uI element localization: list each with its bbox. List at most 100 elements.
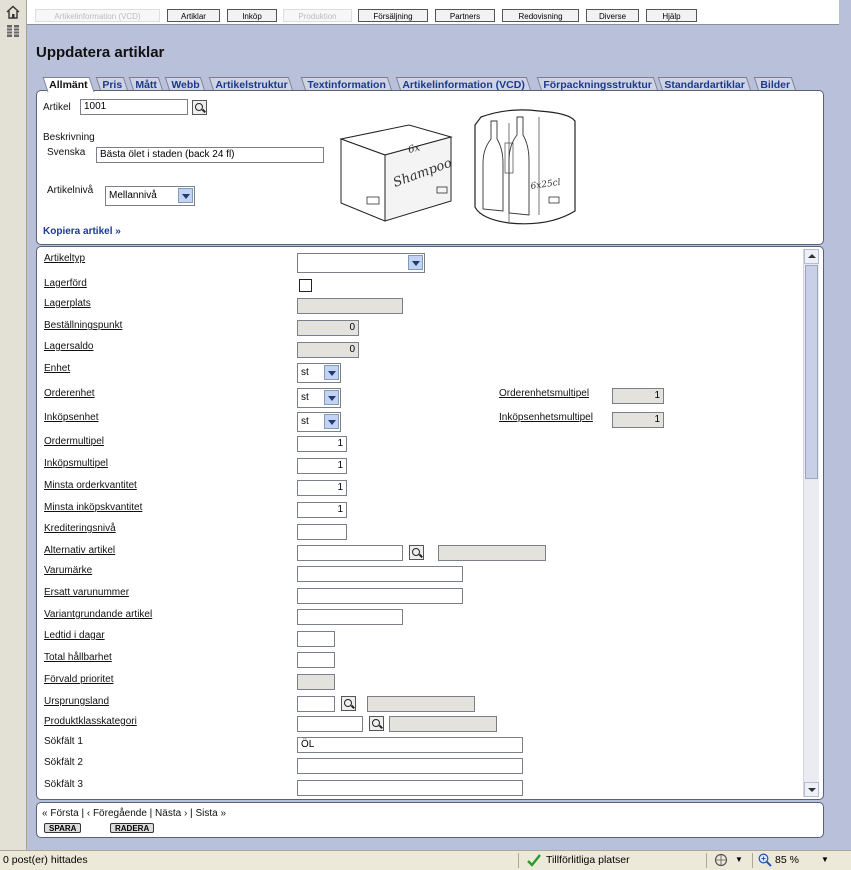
nav-inkop[interactable]: Inköp: [227, 9, 277, 22]
pager-first[interactable]: « Första: [42, 808, 79, 819]
field-label: Varumärke: [44, 565, 93, 576]
article-level-select[interactable]: Mellannivå: [105, 186, 195, 206]
field-label: Ledtid i dagar: [44, 630, 105, 641]
field-label: Orderenhetsmultipel: [499, 388, 590, 399]
tab-allmant[interactable]: Allmänt: [42, 77, 94, 92]
scrollbar-thumb[interactable]: [805, 265, 818, 479]
article-label: Artikel: [43, 102, 71, 113]
zoom-level[interactable]: 85 %: [775, 854, 799, 866]
chevron-down-icon[interactable]: [324, 365, 339, 380]
pager-previous[interactable]: ‹ Föregående: [87, 808, 147, 819]
field-label: Beställningspunkt: [44, 320, 123, 331]
tab-artikelinformation-vcd[interactable]: Artikelinformation (VCD): [395, 77, 531, 91]
tab-matt[interactable]: Mått: [128, 77, 163, 91]
unit-select[interactable]: st: [297, 363, 341, 383]
article-number-input[interactable]: 1001: [80, 99, 188, 115]
nav-produktion: Produktion: [283, 9, 352, 22]
min-purchase-qty-input[interactable]: 1: [297, 502, 347, 518]
default-priority-input[interactable]: [297, 674, 335, 690]
tab-standardartiklar[interactable]: Standardartiklar: [657, 77, 751, 91]
chevron-down-icon[interactable]: [408, 255, 423, 270]
field-label: Produktklasskategori: [44, 716, 137, 727]
scroll-down-icon[interactable]: [804, 782, 819, 797]
purchase-multiple-input[interactable]: 1: [297, 458, 347, 474]
search-field-3-input[interactable]: [297, 780, 523, 796]
product-image-box: 6x Shampoo: [339, 124, 454, 222]
search-field-1-input[interactable]: ÖL: [297, 737, 523, 753]
product-class-category-name: [389, 716, 497, 732]
chevron-down-icon[interactable]: [324, 390, 339, 405]
chevron-down-icon[interactable]: [178, 188, 193, 203]
reorder-point-input[interactable]: 0: [297, 320, 359, 336]
save-button[interactable]: SPARA: [44, 823, 82, 833]
nav-forsaljning[interactable]: Försäljning: [358, 9, 428, 22]
replaced-item-number-input[interactable]: [297, 588, 463, 604]
nav-hjalp[interactable]: Hjälp: [646, 9, 697, 22]
stock-location-input[interactable]: [297, 298, 403, 314]
vertical-scrollbar[interactable]: [803, 249, 819, 797]
lead-time-input[interactable]: [297, 631, 335, 647]
home-icon[interactable]: [6, 5, 20, 19]
purchase-unit-select[interactable]: st: [297, 412, 341, 432]
pager-last[interactable]: Sista »: [195, 808, 226, 819]
chevron-down-icon[interactable]: ▼: [821, 855, 829, 864]
order-unit-select[interactable]: st: [297, 388, 341, 408]
shelf-life-input[interactable]: [297, 652, 335, 668]
tab-textinformation[interactable]: Textinformation: [300, 77, 392, 91]
protected-mode-icon[interactable]: [714, 853, 730, 867]
nav-partners[interactable]: Partners: [435, 9, 495, 22]
layout-toggle-icon[interactable]: [6, 24, 20, 38]
chevron-down-icon[interactable]: [324, 414, 339, 429]
product-class-category-input[interactable]: [297, 716, 363, 732]
description-input[interactable]: Bästa ölet i staden (back 24 fl): [96, 147, 324, 163]
order-multiple-input[interactable]: 1: [297, 436, 347, 452]
min-order-qty-input[interactable]: 1: [297, 480, 347, 496]
copy-article-link[interactable]: Kopiera artikel »: [43, 226, 121, 237]
alternative-article-input[interactable]: [297, 545, 403, 561]
nav-diverse[interactable]: Diverse: [586, 9, 639, 22]
field-label: Lagerplats: [44, 298, 91, 309]
field-label: Total hållbarhet: [44, 652, 112, 663]
nav-artiklar[interactable]: Artiklar: [167, 9, 220, 22]
credit-level-input[interactable]: [297, 524, 347, 540]
article-header-panel: Artikel 1001 Beskrivning Svenska Bästa ö…: [36, 90, 824, 245]
search-icon[interactable]: [369, 716, 384, 731]
search-icon[interactable]: [192, 100, 207, 115]
search-icon[interactable]: [341, 696, 356, 711]
description-heading: Beskrivning: [43, 132, 95, 143]
country-of-origin-name: [367, 696, 475, 712]
zoom-icon[interactable]: [758, 853, 772, 867]
tab-pris[interactable]: Pris: [95, 77, 129, 91]
pager-panel: « Första | ‹ Föregående | Nästa › | Sist…: [36, 802, 824, 838]
field-label: Inköpsenhet: [44, 412, 99, 423]
alternative-article-name: [438, 545, 546, 561]
brand-input[interactable]: [297, 566, 463, 582]
checkmark-icon: [527, 854, 541, 867]
search-field-2-input[interactable]: [297, 758, 523, 774]
tab-artikelstruktur[interactable]: Artikelstruktur: [208, 77, 294, 91]
article-type-select[interactable]: [297, 253, 425, 273]
language-label: Svenska: [47, 147, 86, 158]
pager-next[interactable]: Nästa ›: [155, 808, 187, 819]
field-label: Krediteringsnivå: [44, 523, 116, 534]
field-label: Lagersaldo: [44, 341, 94, 352]
field-label: Förvald prioritet: [44, 674, 114, 685]
status-text: 0 post(er) hittades: [3, 854, 88, 866]
stocked-checkbox[interactable]: [299, 279, 312, 292]
variant-base-article-input[interactable]: [297, 609, 403, 625]
purchase-unit-multiple-input[interactable]: 1: [612, 412, 664, 428]
field-label: Artikeltyp: [44, 253, 86, 264]
search-icon[interactable]: [409, 545, 424, 560]
field-label: Ursprungsland: [44, 696, 110, 707]
country-of-origin-input[interactable]: [297, 696, 335, 712]
delete-button[interactable]: RADERA: [110, 823, 155, 833]
tab-bilder[interactable]: Bilder: [753, 77, 797, 91]
order-unit-multiple-input[interactable]: 1: [612, 388, 664, 404]
chevron-down-icon[interactable]: ▼: [735, 855, 743, 864]
nav-redovisning[interactable]: Redovisning: [502, 9, 579, 22]
stock-balance-input[interactable]: 0: [297, 342, 359, 358]
scroll-up-icon[interactable]: [804, 249, 819, 264]
tab-webb[interactable]: Webb: [164, 77, 206, 91]
tab-forpackningsstruktur[interactable]: Förpackningsstruktur: [536, 77, 658, 91]
pager: « Första | ‹ Föregående | Nästa › | Sist…: [42, 808, 227, 819]
